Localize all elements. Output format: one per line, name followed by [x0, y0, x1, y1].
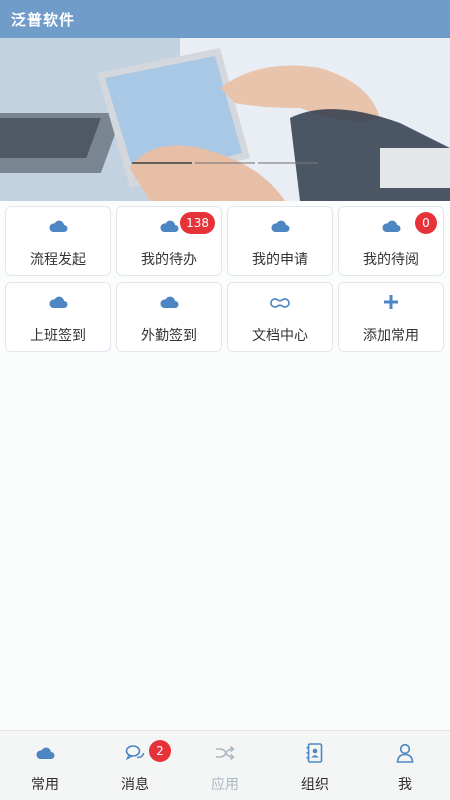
- tile-process-start[interactable]: 流程发起: [5, 206, 111, 276]
- shuffle-icon: [213, 741, 237, 765]
- carousel-dot[interactable]: [195, 162, 255, 164]
- cloud-icon: [47, 215, 69, 237]
- app-title: 泛普软件: [11, 10, 76, 29]
- tile-my-todo[interactable]: 我的待办 138: [116, 206, 222, 276]
- message-count-badge: 2: [149, 740, 171, 762]
- contacts-icon: [303, 741, 327, 765]
- user-icon: [393, 741, 417, 765]
- tile-label: 外勤签到: [141, 328, 197, 344]
- tab-label: 组织: [301, 777, 329, 793]
- tile-field-check-in[interactable]: 外勤签到: [116, 282, 222, 352]
- tab-me[interactable]: 我: [360, 731, 450, 800]
- tab-label: 消息: [121, 777, 149, 793]
- tile-add-favorites[interactable]: 添加常用: [338, 282, 444, 352]
- tile-my-to-read[interactable]: 我的待阅 0: [338, 206, 444, 276]
- tab-organization[interactable]: 组织: [270, 731, 360, 800]
- banner-carousel[interactable]: [0, 38, 450, 201]
- cloud-icon: [158, 215, 180, 237]
- tile-document-center[interactable]: 文档中心: [227, 282, 333, 352]
- cloud-icon: [47, 291, 69, 313]
- banner-image: [0, 38, 450, 201]
- count-badge: 138: [180, 212, 215, 234]
- tile-label: 我的待阅: [363, 252, 419, 268]
- tab-label: 应用: [211, 777, 239, 793]
- tile-label: 流程发起: [30, 252, 86, 268]
- carousel-dot[interactable]: [258, 162, 318, 164]
- tab-messages[interactable]: 消息 2: [90, 731, 180, 800]
- cloud-icon: [380, 215, 402, 237]
- tile-label: 我的申请: [252, 252, 308, 268]
- tile-label: 我的待办: [141, 252, 197, 268]
- tile-label: 上班签到: [30, 328, 86, 344]
- shortcut-grid: 流程发起 我的待办 138 我的申请 我的待阅 0 上班签到 外勤签到 文档中心…: [5, 206, 445, 352]
- tab-label: 常用: [31, 777, 59, 793]
- cloud-icon: [158, 291, 180, 313]
- app-header: 泛普软件: [0, 0, 450, 38]
- count-badge: 0: [415, 212, 437, 234]
- carousel-dot[interactable]: [132, 162, 192, 164]
- tile-work-check-in[interactable]: 上班签到: [5, 282, 111, 352]
- cloud-icon: [33, 741, 57, 765]
- tile-my-applications[interactable]: 我的申请: [227, 206, 333, 276]
- tab-label: 我: [398, 777, 412, 793]
- carousel-indicator: [0, 162, 450, 164]
- tab-apps[interactable]: 应用: [180, 731, 270, 800]
- tab-favorites[interactable]: 常用: [0, 731, 90, 800]
- cloud-outline-icon: [269, 291, 291, 313]
- tile-label: 文档中心: [252, 328, 308, 344]
- bottom-tab-bar: 常用 消息 2 应用 组织 我: [0, 730, 450, 800]
- chat-icon: [123, 741, 147, 765]
- cloud-icon: [269, 215, 291, 237]
- tile-label: 添加常用: [363, 328, 419, 344]
- plus-icon: [380, 291, 402, 313]
